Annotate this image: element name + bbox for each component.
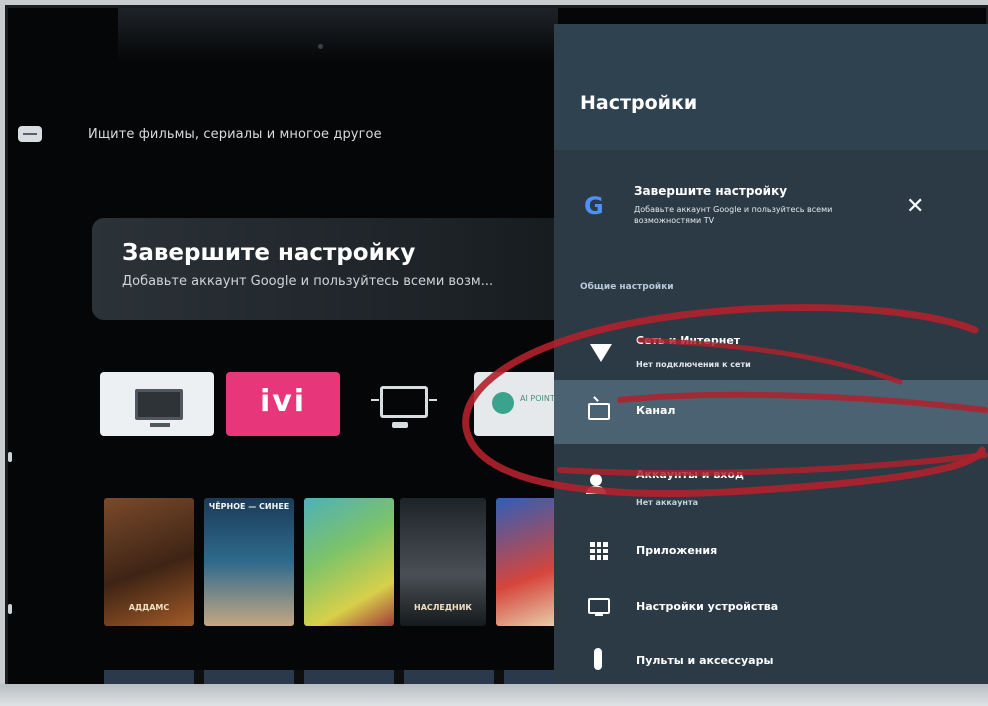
- camera-dot: [318, 44, 323, 49]
- remote-icon: [588, 648, 612, 672]
- poster-title: НАСЛЕДНИК: [414, 603, 472, 612]
- tv-bottom-bezel: [0, 684, 988, 706]
- movie-poster[interactable]: НАСЛЕДНИК: [400, 498, 486, 626]
- notice-text: Добавьте аккаунт Google и пользуйтесь вс…: [634, 205, 833, 225]
- app-logo-icon: [492, 392, 514, 414]
- promo-subtitle: Добавьте аккаунт Google и пользуйтесь вс…: [122, 274, 494, 289]
- movie-poster[interactable]: АДДАМС: [104, 498, 194, 626]
- tv-icon: [588, 400, 612, 424]
- menu-item-device-settings[interactable]: Настройки устройства: [554, 576, 988, 634]
- monitor-icon: [588, 596, 612, 620]
- apps-grid-icon: [588, 540, 612, 564]
- add-account-icon: [586, 474, 612, 498]
- movie-poster[interactable]: ЧЁРНОЕ — СИНЕЕ: [204, 498, 294, 626]
- screen-mirror-stand: [392, 422, 408, 428]
- menu-item-label: Аккаунты и вход: [636, 468, 744, 481]
- screen-mirror-app[interactable]: [360, 372, 450, 436]
- poster-title: АДДАМС: [128, 603, 170, 612]
- settings-header: Настройки: [554, 24, 988, 150]
- settings-title: Настройки: [580, 92, 698, 114]
- wifi-icon: [588, 344, 612, 368]
- google-g-icon: G: [584, 192, 604, 220]
- menu-item-label: Канал: [636, 404, 676, 417]
- screen-mirror-app-icon: [371, 386, 437, 418]
- tv-input-app[interactable]: [100, 372, 214, 436]
- setup-notice[interactable]: G Завершите настройку Добавьте аккаунт G…: [576, 176, 936, 246]
- search-placeholder[interactable]: Ищите фильмы, сериалы и многое другое: [88, 127, 382, 142]
- menu-item-label: Сеть и Интернет: [636, 334, 741, 347]
- close-icon[interactable]: ✕: [906, 194, 924, 219]
- side-marker: [8, 452, 12, 462]
- setup-promo-card[interactable]: Завершите настройку Добавьте аккаунт Goo…: [92, 218, 572, 320]
- notice-title: Завершите настройку: [634, 184, 788, 198]
- keyboard-icon[interactable]: [18, 126, 42, 142]
- search-bar[interactable]: Ищите фильмы, сериалы и многое другое: [18, 126, 382, 142]
- poster-title: ЧЁРНОЕ — СИНЕЕ: [208, 502, 290, 511]
- menu-item-channel[interactable]: Канал: [554, 380, 988, 444]
- menu-item-sublabel: Нет аккаунта: [636, 498, 698, 507]
- menu-item-apps[interactable]: Приложения: [554, 520, 988, 578]
- side-marker: [8, 604, 12, 614]
- menu-item-sublabel: Нет подключения к сети: [636, 360, 751, 369]
- screen-glare: [118, 8, 558, 62]
- tv-input-app-icon: [135, 389, 183, 427]
- menu-item-accounts[interactable]: Аккаунты и вход Нет аккаунта: [554, 448, 988, 507]
- settings-panel: Настройки G Завершите настройку Добавьте…: [554, 24, 988, 684]
- ivi-logo: ivi: [259, 384, 307, 419]
- ivi-app[interactable]: ivi: [226, 372, 340, 436]
- promo-title: Завершите настройку: [122, 240, 416, 266]
- next-row-preview: [104, 670, 564, 684]
- menu-item-network[interactable]: Сеть и Интернет Нет подключения к сети: [554, 324, 988, 382]
- menu-item-label: Пульты и аксессуары: [636, 654, 774, 667]
- menu-item-label: Настройки устройства: [636, 600, 779, 613]
- general-settings-label: Общие настройки: [580, 282, 674, 292]
- menu-item-label: Приложения: [636, 544, 718, 557]
- movie-poster[interactable]: [304, 498, 394, 626]
